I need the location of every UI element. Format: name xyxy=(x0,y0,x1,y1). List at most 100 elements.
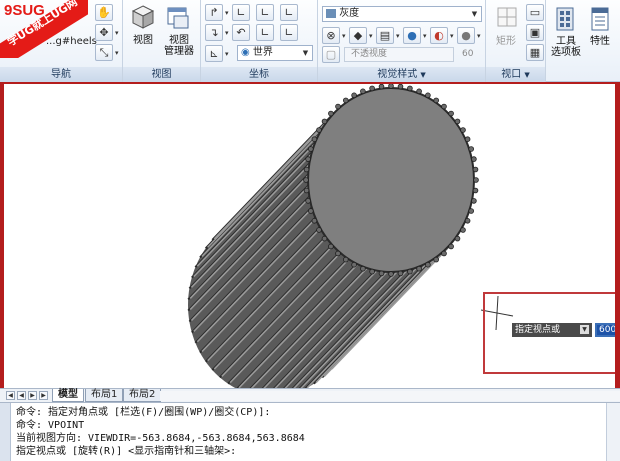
cylinder-rim-tooth xyxy=(303,166,310,173)
view-manager-button[interactable]: 视图 管理器 xyxy=(160,35,198,57)
ucs-x-icon[interactable]: ∟ xyxy=(256,4,274,21)
texture-icon[interactable]: ● xyxy=(457,27,475,44)
opacity-slider[interactable]: 不透视度 xyxy=(344,47,454,62)
cylinder-rim-tooth xyxy=(351,92,357,99)
panel-expand-icon[interactable]: ▼ xyxy=(524,71,529,79)
zoom-dropdown-icon[interactable]: ▾ xyxy=(115,49,119,57)
cylinder-rim-tooth xyxy=(369,268,375,275)
ucs-origin-icon[interactable]: ↴ xyxy=(205,24,223,41)
cylinder-rim-tooth xyxy=(473,177,479,183)
ucs-dropdown-icon[interactable]: ▾ xyxy=(225,9,229,17)
shadow-icon[interactable]: ◐ xyxy=(430,27,448,44)
cylinder-rim-tooth xyxy=(468,208,475,214)
face-style-dropdown-icon[interactable]: ▾ xyxy=(396,32,400,40)
cylinder-rim-tooth xyxy=(303,187,310,194)
panel-title-viewports: 视口 ▼ xyxy=(486,67,545,82)
cylinder-rim-tooth xyxy=(321,235,328,242)
window-frame-right xyxy=(615,83,620,393)
layout-tabs-bar: ◀ ◀ ▶ ▶ 模型 布局1 布局2 xyxy=(0,388,620,402)
prompt-label-text: 指定视点或 xyxy=(515,325,561,335)
cylinder-rim-tooth xyxy=(416,88,422,95)
cylinder-rim-tooth xyxy=(416,265,422,272)
cylinder-rim-tooth xyxy=(305,156,311,162)
view-cube-icon[interactable] xyxy=(131,4,155,30)
visual-style-value: 灰度 xyxy=(339,8,360,19)
cylinder-rim-tooth xyxy=(311,136,318,142)
drawing-viewport[interactable]: 指定视点或 ▼ 600 xyxy=(4,84,615,388)
zoom-icon[interactable]: ⤡ xyxy=(95,44,113,61)
shadow-dropdown-icon[interactable]: ▾ xyxy=(450,32,454,40)
cylinder-rim-tooth xyxy=(468,146,475,152)
tab-last-icon[interactable]: ▶ xyxy=(39,391,48,400)
viewport-join-icon[interactable]: ▭ xyxy=(526,4,544,21)
panel-visual-styles: 灰度 ▼ ⊗ ▾ ◆ ▾ ▤ ▾ ● ▾ ◐ ▾ ● ▾ ▢ 不透视度 60 视… xyxy=(318,0,486,82)
cylinder-rim-tooth xyxy=(360,88,366,95)
opacity-label: 不透视度 xyxy=(351,49,388,59)
tab-model[interactable]: 模型 xyxy=(52,389,84,402)
properties-icon[interactable] xyxy=(590,6,610,32)
prompt-value-input[interactable]: 600 xyxy=(595,323,615,337)
panel-tools: 工具 选项板 特性 xyxy=(546,0,620,82)
face-style-icon[interactable]: ▤ xyxy=(376,27,394,44)
visual-styles-title-text: 视觉样式 xyxy=(377,69,418,80)
ucs-world-value: 世界 xyxy=(252,47,273,58)
properties-button[interactable]: 特性 xyxy=(584,36,616,47)
ucs-origin-dropdown-icon[interactable]: ▾ xyxy=(225,29,229,37)
viewport-rect-icon[interactable] xyxy=(496,6,518,28)
ucs-y-icon[interactable]: ∟ xyxy=(280,4,298,21)
cylinder-rim-tooth xyxy=(360,265,366,272)
orbit-icon[interactable]: ✥ xyxy=(95,24,113,41)
xray-icon[interactable]: ⊗ xyxy=(322,27,340,44)
horizontal-scrollbar[interactable] xyxy=(160,391,620,401)
command-window-grip[interactable] xyxy=(0,403,11,461)
tool-palettes-button[interactable]: 工具 选项板 xyxy=(548,36,584,58)
view-manager-icon[interactable] xyxy=(166,6,190,30)
texture-dropdown-icon[interactable]: ▾ xyxy=(477,32,481,40)
cylinder-rim-tooth xyxy=(425,261,431,268)
orbit-dropdown-icon[interactable]: ▾ xyxy=(115,29,119,37)
visual-style-combo[interactable]: 灰度 ▼ xyxy=(322,6,482,22)
panel-expand-icon[interactable]: ▼ xyxy=(420,71,425,79)
cylinder-rim-tooth xyxy=(369,85,375,92)
edge-style-dropdown-icon[interactable]: ▾ xyxy=(369,32,373,40)
edge-style-icon[interactable]: ◆ xyxy=(349,27,367,44)
ucs-z-icon[interactable]: ∟ xyxy=(256,24,274,41)
xray-dropdown-icon[interactable]: ▾ xyxy=(342,32,346,40)
pan-icon[interactable]: ✋ xyxy=(95,4,113,21)
cylinder-rim-tooth xyxy=(397,84,404,90)
cylinder-rim-tooth xyxy=(397,270,404,277)
tab-layout2[interactable]: 布局2 xyxy=(123,389,162,402)
cylinder-top-face xyxy=(307,87,475,273)
tab-first-icon[interactable]: ◀ xyxy=(6,391,15,400)
cylinder-rim-tooth xyxy=(464,136,471,142)
cylinder-rim-tooth xyxy=(307,146,314,152)
material-icon[interactable]: ● xyxy=(403,27,421,44)
view-button[interactable]: 视图 xyxy=(126,35,160,46)
prompt-dropdown-icon[interactable]: ▼ xyxy=(580,325,589,334)
tool-palettes-icon[interactable] xyxy=(555,6,575,32)
ucs-previous-icon[interactable]: ↶ xyxy=(232,24,250,41)
chevron-down-icon: ▼ xyxy=(471,10,478,18)
material-dropdown-icon[interactable]: ▾ xyxy=(423,32,427,40)
cylinder-rim-tooth xyxy=(471,198,477,204)
tab-layout1[interactable]: 布局1 xyxy=(85,389,124,402)
tab-prev-icon[interactable]: ◀ xyxy=(17,391,26,400)
viewport-clip-icon[interactable]: ▣ xyxy=(526,24,544,41)
ucs-icon[interactable]: ↱ xyxy=(205,4,223,21)
ucs-world-combo[interactable]: ◉ 世界 ▼ xyxy=(237,45,313,61)
ucs-world-icon[interactable]: ∟ xyxy=(232,4,250,21)
panel-navigation: 9SUG 学UG就上UG网 ...g#heels ✋ ✥ ▾ ⤡ ▾ 导航 xyxy=(0,0,123,82)
globe-icon: ◉ xyxy=(241,47,250,58)
command-history-line: 命令: VPOINT xyxy=(16,420,85,431)
viewport-config-icon[interactable]: ▦ xyxy=(526,44,544,61)
ucs-named-dropdown-icon[interactable]: ▾ xyxy=(225,50,229,58)
tab-next-icon[interactable]: ▶ xyxy=(28,391,37,400)
ucs-named-icon[interactable]: ⊾ xyxy=(205,45,223,62)
visual-style-swatch-icon xyxy=(326,8,336,18)
command-history-line: 当前视图方向: VIEWDIR=-563.8684,-563.8684,563.… xyxy=(16,433,305,444)
panel-title-ucs: 坐标 xyxy=(201,67,317,82)
cylinder-rim-tooth xyxy=(321,118,328,125)
command-scrollbar[interactable] xyxy=(606,403,620,461)
ucs-3point-icon[interactable]: ∟ xyxy=(280,24,298,41)
command-prompt-line[interactable]: 指定视点或 [旋转(R)] <显示指南针和三轴架>: xyxy=(16,446,236,458)
